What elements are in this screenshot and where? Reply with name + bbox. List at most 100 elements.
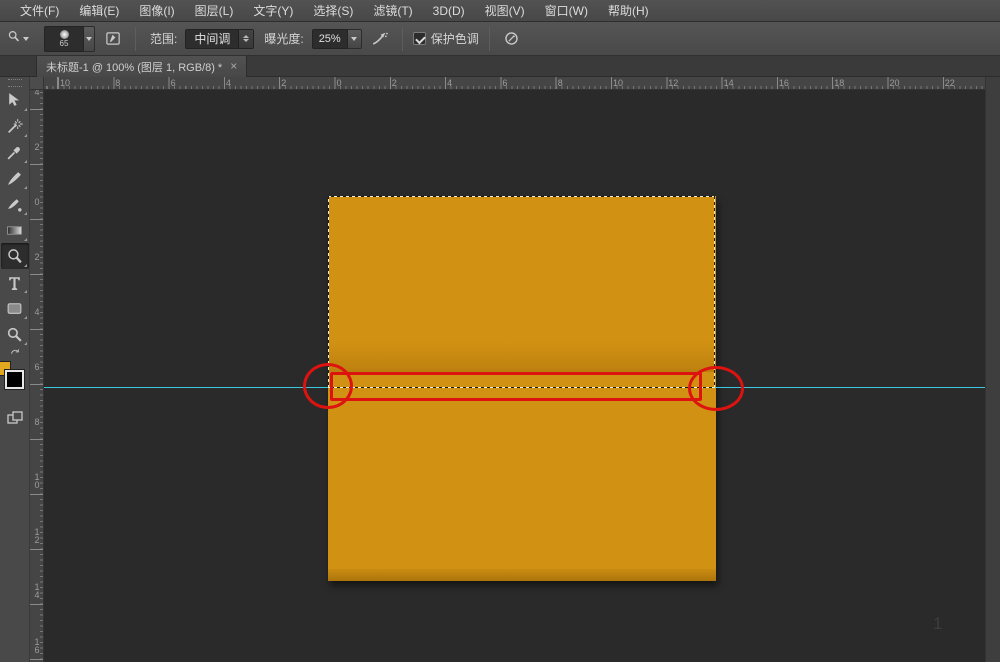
ruler-horizontal[interactable]: 1086420246810121416182022 [44, 77, 985, 90]
exposure-control[interactable]: 25% [312, 29, 362, 49]
close-tab-icon[interactable]: × [230, 61, 237, 72]
type-tool[interactable] [1, 269, 29, 295]
v-ruler-label: 12 [32, 528, 42, 544]
h-ruler-label: 18 [834, 78, 844, 88]
menu-item-9[interactable]: 窗口(W) [535, 0, 598, 22]
v-ruler-label: 4 [32, 90, 42, 96]
palette-grip[interactable] [8, 79, 22, 87]
h-ruler-label: 6 [502, 78, 507, 88]
background-color-swatch[interactable] [5, 370, 24, 389]
menu-item-5[interactable]: 选择(S) [303, 0, 363, 22]
menu-item-0[interactable]: 文件(F) [10, 0, 69, 22]
tool-palette [0, 77, 30, 662]
v-ruler-label: 10 [32, 473, 42, 489]
v-ruler-label: 8 [32, 418, 42, 426]
v-ruler-label: 2 [32, 253, 42, 261]
menu-bar: 文件(F)编辑(E)图像(I)图层(L)文字(Y)选择(S)滤镜(T)3D(D)… [0, 0, 1000, 22]
panel-edge-strip [985, 77, 1000, 662]
eyedropper-tool[interactable] [1, 139, 29, 165]
h-ruler-label: 8 [558, 78, 563, 88]
h-ruler-label: 4 [447, 78, 452, 88]
h-ruler-label: 6 [171, 78, 176, 88]
menu-item-1[interactable]: 编辑(E) [69, 0, 129, 22]
move-tool[interactable] [1, 87, 29, 113]
menu-item-6[interactable]: 滤镜(T) [363, 0, 422, 22]
canvas-area[interactable]: 1 [44, 90, 985, 662]
tool-preset-icon [7, 30, 20, 48]
exposure-label: 曝光度: [264, 30, 303, 47]
menu-item-8[interactable]: 视图(V) [475, 0, 535, 22]
h-ruler-label: 2 [281, 78, 286, 88]
ruler-corner[interactable] [30, 77, 44, 90]
menu-item-4[interactable]: 文字(Y) [243, 0, 303, 22]
v-ruler-label: 2 [32, 143, 42, 151]
separator [135, 27, 136, 51]
tab-bar: 未标题-1 @ 100% (图层 1, RGB/8) * × [0, 56, 1000, 77]
menu-item-7[interactable]: 3D(D) [423, 0, 475, 22]
h-ruler-label: 0 [337, 78, 342, 88]
document-tab[interactable]: 未标题-1 @ 100% (图层 1, RGB/8) * × [36, 56, 247, 77]
ruler-vertical[interactable]: 420246810121416 [30, 90, 44, 662]
brush-preset-dropdown-button[interactable] [83, 26, 95, 52]
range-value: 中间调 [186, 30, 238, 47]
protect-tones-control[interactable]: 保护色调 [413, 30, 479, 47]
zoom-tool[interactable] [1, 321, 29, 347]
screen-mode-button[interactable] [1, 407, 29, 429]
brush-preview: 65 [44, 26, 84, 52]
h-ruler-label: 22 [945, 78, 955, 88]
annotation-red-circle-right [688, 366, 744, 411]
separator [402, 27, 403, 51]
separator [489, 27, 490, 51]
exposure-dropdown-button[interactable] [348, 29, 362, 49]
chevron-down-icon [351, 37, 357, 41]
gradient-tool[interactable] [1, 217, 29, 243]
h-ruler-label: 10 [60, 78, 70, 88]
range-label: 范围: [150, 30, 177, 47]
exposure-value[interactable]: 25% [312, 29, 348, 49]
v-ruler-label: 16 [32, 638, 42, 654]
faint-watermark: 1 [933, 614, 942, 634]
menu-item-3[interactable]: 图层(L) [185, 0, 244, 22]
menu-item-2[interactable]: 图像(I) [129, 0, 184, 22]
ruler-ticks-major [30, 90, 43, 662]
options-bar: 65 范围: 中间调 曝光度: 25% 保护色调 [0, 22, 1000, 56]
tool-preset-picker[interactable] [4, 28, 32, 50]
rectangle-tool[interactable] [1, 295, 29, 321]
bottom-shading-band [328, 569, 716, 581]
h-ruler-label: 8 [115, 78, 120, 88]
mixer-brush-tool[interactable] [1, 191, 29, 217]
h-ruler-label: 10 [613, 78, 623, 88]
h-ruler-label: 14 [724, 78, 734, 88]
protect-tones-label: 保护色调 [431, 30, 479, 47]
range-select[interactable]: 中间调 [185, 29, 254, 49]
h-ruler-label: 2 [392, 78, 397, 88]
h-ruler-label: 4 [226, 78, 231, 88]
v-ruler-label: 14 [32, 583, 42, 599]
swap-colors-button[interactable] [1, 347, 29, 359]
toggle-brush-panel-button[interactable] [101, 27, 125, 51]
airbrush-toggle-button[interactable] [368, 27, 392, 51]
brush-tip-icon [60, 30, 69, 39]
chevron-down-icon [23, 37, 29, 41]
dodge-shading-band [328, 342, 716, 372]
tablet-pressure-button[interactable] [500, 27, 524, 51]
protect-tones-checkbox[interactable] [413, 32, 426, 45]
menu-item-10[interactable]: 帮助(H) [598, 0, 659, 22]
h-ruler-label: 12 [668, 78, 678, 88]
annotation-red-rectangle [330, 372, 702, 401]
dodge-tool[interactable] [1, 243, 29, 269]
chevron-down-icon [86, 37, 92, 41]
brush-preset-picker[interactable]: 65 [38, 26, 95, 52]
color-swatches [0, 359, 30, 397]
h-ruler-label: 20 [890, 78, 900, 88]
updown-arrows-icon [238, 30, 253, 48]
photoshop-window: 文件(F)编辑(E)图像(I)图层(L)文字(Y)选择(S)滤镜(T)3D(D)… [0, 0, 1000, 662]
tool-palette-tools [1, 87, 29, 347]
brush-tool[interactable] [1, 165, 29, 191]
document-title: 未标题-1 @ 100% (图层 1, RGB/8) * [46, 59, 222, 75]
annotation-red-circle-left [303, 363, 353, 409]
v-ruler-label: 4 [32, 308, 42, 316]
v-ruler-label: 0 [32, 198, 42, 206]
magic-wand-tool[interactable] [1, 113, 29, 139]
h-ruler-label: 16 [779, 78, 789, 88]
